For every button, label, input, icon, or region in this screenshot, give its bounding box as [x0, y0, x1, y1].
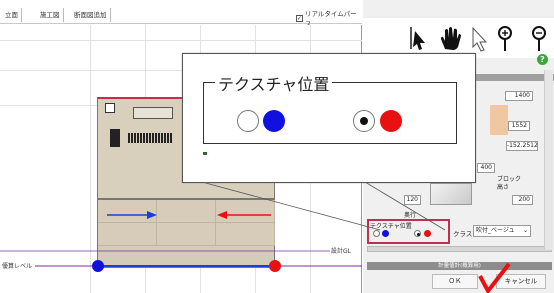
vertical-scrollbar[interactable]: [544, 70, 553, 250]
class-select[interactable]: 吹付_ベージュ ⌄: [473, 225, 531, 237]
class-label: クラス: [453, 230, 473, 238]
ok-button[interactable]: ＯＫ: [432, 274, 478, 289]
checkbox-mark-icon: ✓: [296, 14, 303, 22]
block-height-label: ブロック 高さ: [497, 176, 522, 191]
tool-row: [363, 18, 554, 58]
estimate-header: 計量値計(概算用): [367, 262, 552, 270]
tab-elevation[interactable]: 立面: [2, 8, 22, 22]
class-select-value: 吹付_ベージュ: [476, 227, 515, 234]
block-height-field[interactable]: 200: [512, 195, 533, 205]
offset-field[interactable]: -152.2512: [506, 141, 538, 151]
texture-origin-left-marker[interactable]: [92, 260, 104, 272]
tab-section-add[interactable]: 断面図追加: [71, 8, 111, 22]
zoom-in-icon: [498, 26, 512, 51]
corner-marker: [105, 103, 115, 113]
help-icon[interactable]: ?: [537, 54, 548, 65]
tab-construction[interactable]: 施工図: [37, 8, 64, 22]
callout-mark: [203, 152, 207, 155]
callout-blue-dot-icon: [263, 110, 285, 132]
pointer-icon: [472, 26, 488, 52]
height-field[interactable]: 400: [477, 163, 495, 173]
checkmark-annotation-icon: [478, 262, 511, 293]
tab-bar: 立面 施工図 断面図追加 ✓ リアルタイムパース: [0, 0, 362, 28]
grid-line: [0, 40, 362, 41]
callout-title: テクスチャ位置: [215, 71, 333, 95]
level-lines: [0, 250, 362, 267]
zoom-callout: テクスチャ位置: [182, 53, 476, 183]
grille-icon: [128, 133, 173, 143]
texture-origin-right-marker[interactable]: [269, 260, 281, 272]
callout-right-radio[interactable]: [353, 110, 375, 132]
mid-field[interactable]: 1552: [508, 121, 530, 131]
callout-red-dot-icon: [380, 110, 402, 132]
callout-left-radio[interactable]: [237, 110, 259, 132]
chevron-down-icon: ⌄: [522, 227, 528, 234]
design-gl-label: 設計GL: [331, 248, 351, 255]
zoom-out-icon: [532, 26, 546, 51]
move-cursor-icon: [410, 27, 425, 50]
width-field[interactable]: 1400: [505, 91, 533, 101]
horizontal-scrollbar[interactable]: [367, 246, 552, 252]
door-icon: [110, 129, 120, 147]
shape-preview: [490, 105, 508, 135]
hand-icon: [441, 27, 461, 50]
vent-box: [133, 107, 173, 119]
level-label: 優算レベル: [2, 263, 33, 270]
